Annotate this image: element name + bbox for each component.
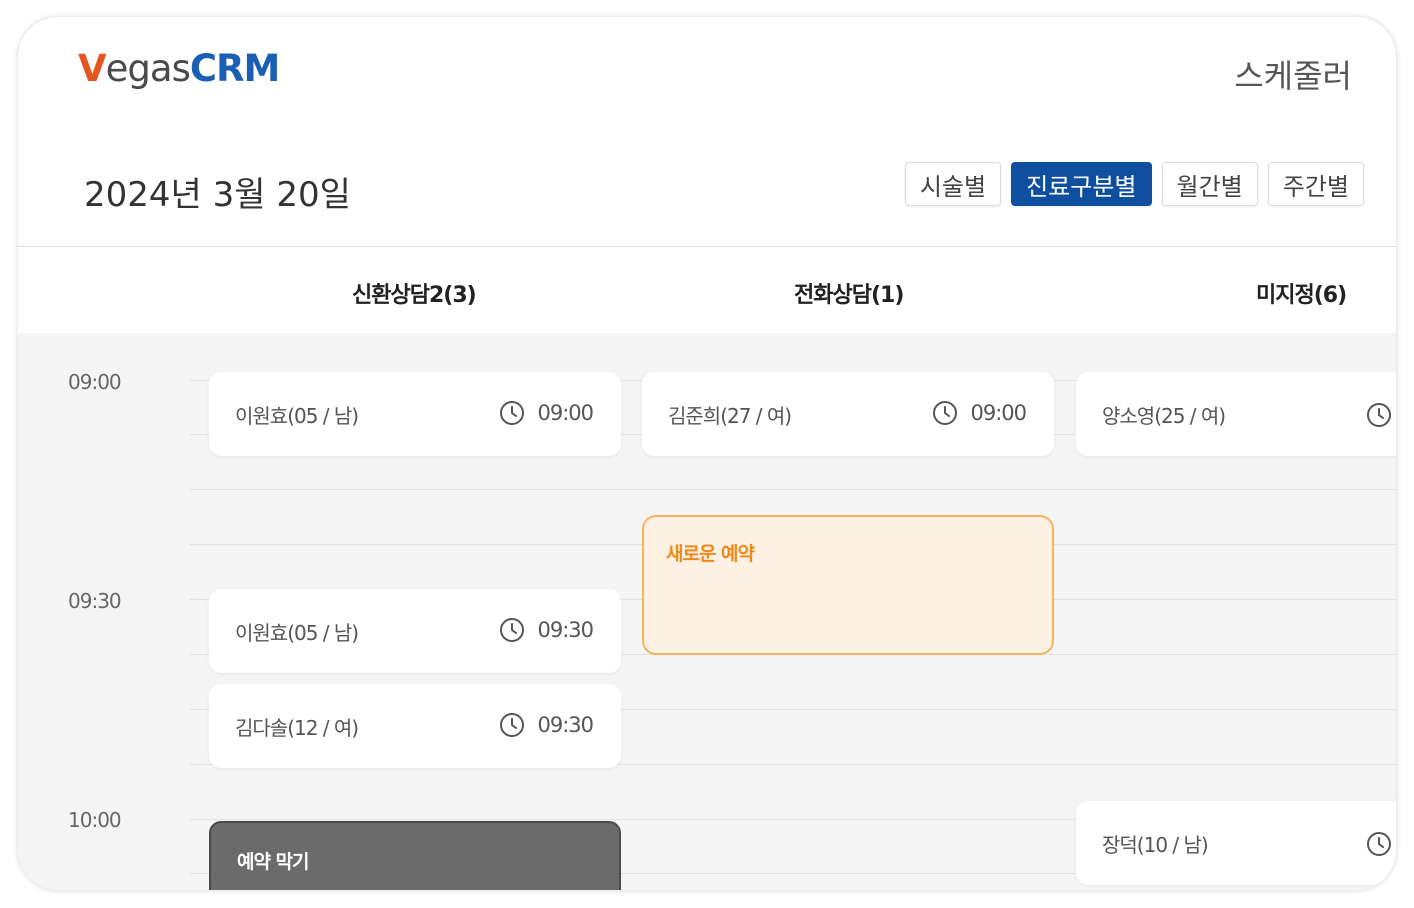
- app-logo[interactable]: VegasCRM: [78, 47, 280, 90]
- appointment-time: 09:00: [932, 400, 1027, 426]
- column-headers: 신환상담2(3) 전화상담(1) 미지정(6): [18, 247, 1396, 333]
- tab-monthly[interactable]: 월간별: [1161, 162, 1258, 206]
- clock-icon: [500, 401, 525, 425]
- patient-name: 이원효(05 / 남): [235, 404, 359, 428]
- grid-line: [190, 489, 1396, 490]
- appointment-time: 09:30: [499, 617, 594, 643]
- page-title: 스케줄러: [1234, 57, 1352, 95]
- block-booking-label: 예약 막기: [237, 851, 310, 873]
- appointment-card[interactable]: 양소영(25 / 여): [1076, 372, 1396, 456]
- current-date: 2024년 3월 20일: [84, 175, 351, 215]
- appointment-card[interactable]: 이원효(05 / 남) 09:00: [209, 372, 621, 456]
- appointment-time: 09:00: [499, 400, 594, 426]
- app-window: VegasCRM 스케줄러 2024년 3월 20일 시술별 진료구분별 월간별…: [18, 17, 1396, 890]
- appointment-time-text: 09:30: [537, 618, 594, 642]
- tab-weekly[interactable]: 주간별: [1267, 162, 1364, 206]
- appointment-card[interactable]: 김준희(27 / 여) 09:00: [642, 372, 1054, 456]
- patient-name: 김준희(27 / 여): [668, 404, 792, 428]
- appointment-card[interactable]: 김다솔(12 / 여) 09:30: [209, 684, 621, 768]
- clock-icon: [500, 713, 525, 737]
- appointment-time: 09:30: [499, 712, 594, 738]
- clock-icon: [1367, 832, 1391, 856]
- appointment-card[interactable]: 장덕(10 / 남): [1076, 801, 1396, 885]
- patient-name: 양소영(25 / 여): [1102, 404, 1226, 428]
- schedule-grid[interactable]: 09:00 09:30 10:00 이원효(05 / 남) 09:00 김준희(…: [18, 333, 1396, 890]
- clock-icon: [933, 401, 958, 425]
- appointment-time-text: 09:00: [537, 401, 594, 425]
- tab-by-treatment[interactable]: 시술별: [904, 162, 1002, 206]
- appointment-time-text: 09:30: [537, 713, 594, 737]
- time-label-0930: 09:30: [68, 589, 122, 613]
- clock-icon: [500, 618, 525, 642]
- patient-name: 김다솔(12 / 여): [235, 716, 359, 740]
- column-header-new-consult[interactable]: 신환상담2(3): [352, 277, 477, 309]
- time-label-1000: 10:00: [68, 808, 122, 832]
- tab-by-department[interactable]: 진료구분별: [1011, 162, 1152, 206]
- column-header-unassigned[interactable]: 미지정(6): [1256, 277, 1347, 309]
- patient-name: 장덕(10 / 남): [1102, 833, 1209, 857]
- clock-icon: [1367, 403, 1391, 427]
- appointment-card[interactable]: 이원효(05 / 남) 09:30: [209, 589, 621, 673]
- new-booking-card[interactable]: 새로운 예약: [642, 515, 1054, 655]
- time-label-0900: 09:00: [68, 370, 122, 394]
- patient-name: 이원효(05 / 남): [235, 621, 359, 645]
- blocked-slot-card[interactable]: 예약 막기: [209, 821, 621, 890]
- column-header-phone-consult[interactable]: 전화상담(1): [794, 277, 904, 309]
- appointment-time-text: 09:00: [970, 401, 1027, 425]
- view-tabs: 시술별 진료구분별 월간별 주간별: [904, 162, 1364, 206]
- new-booking-label: 새로운 예약: [666, 543, 755, 565]
